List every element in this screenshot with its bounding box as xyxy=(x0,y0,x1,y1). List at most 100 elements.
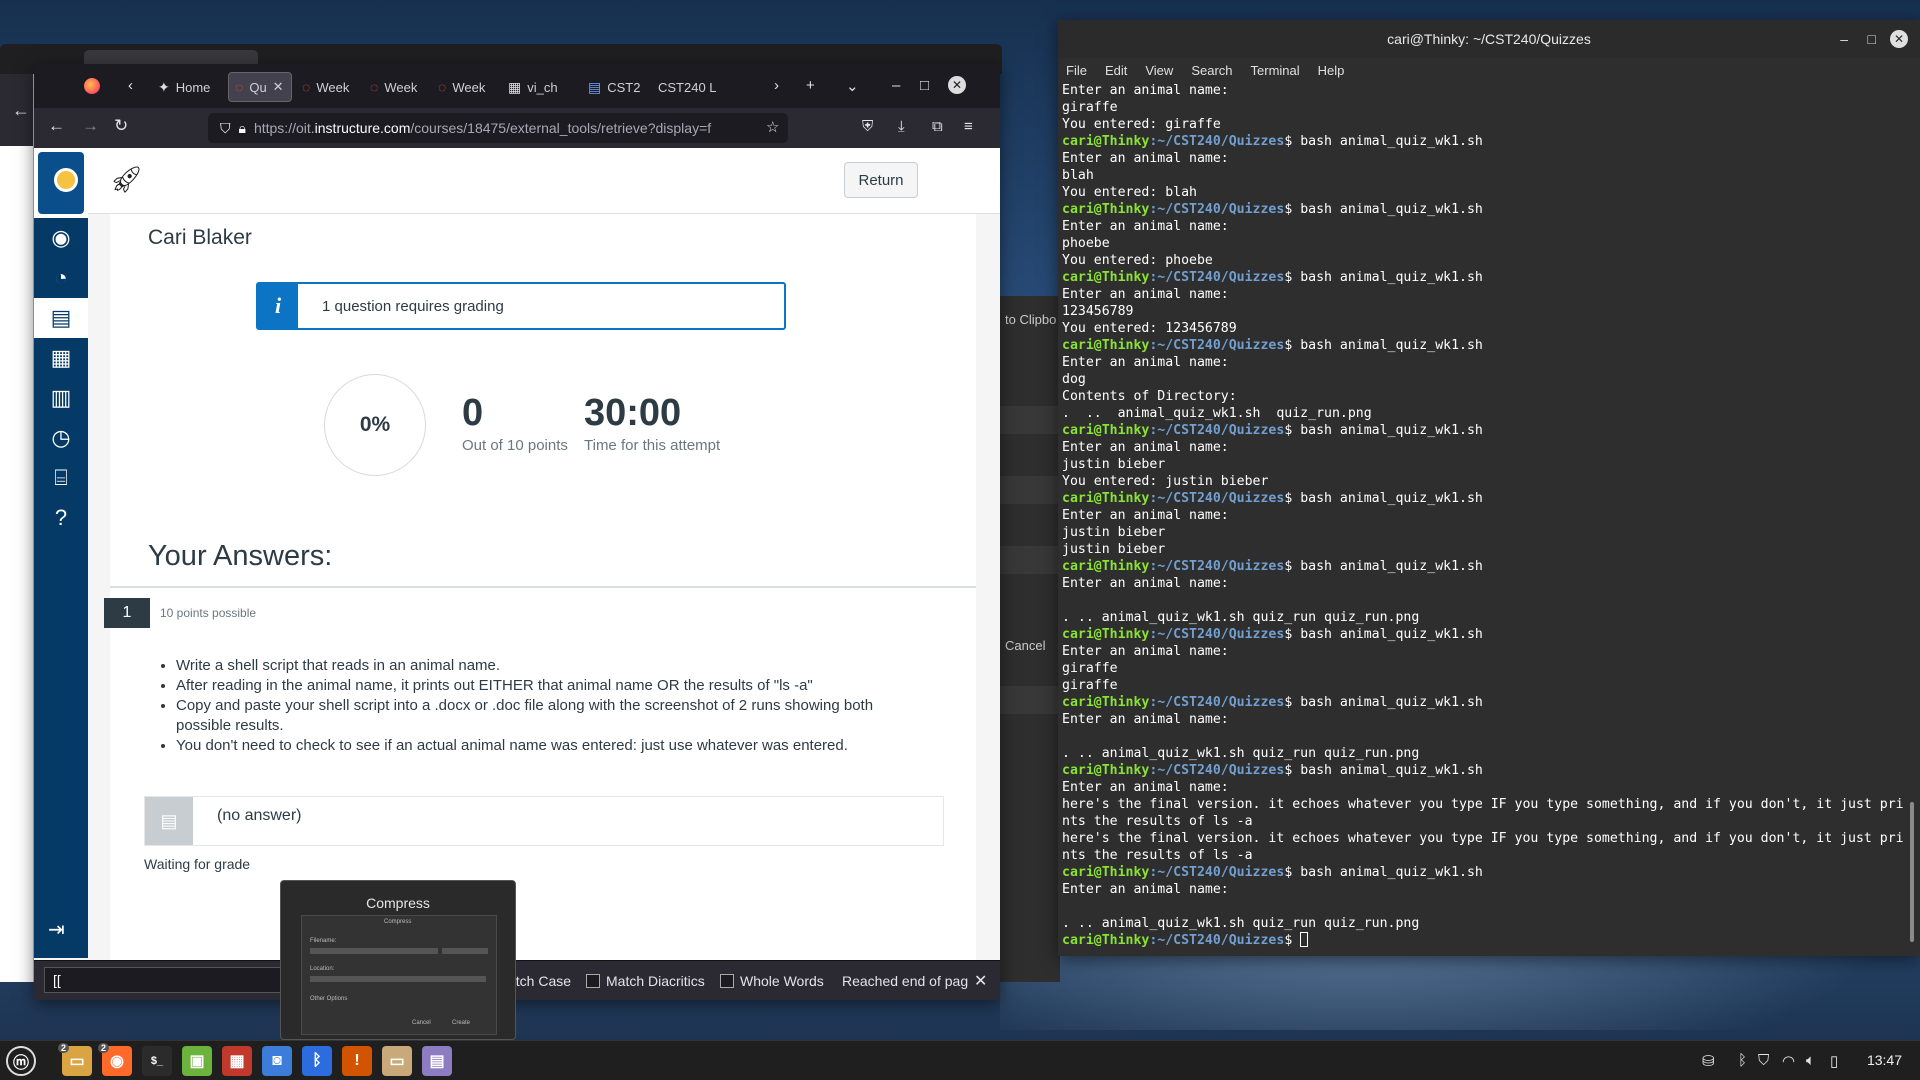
text-editor-icon[interactable]: ▤ xyxy=(422,1046,452,1076)
lock-icon[interactable]: 🔒︎ xyxy=(239,120,246,137)
score-percent: 0% xyxy=(324,374,426,476)
close-tab-icon[interactable]: ✕ xyxy=(273,79,284,95)
extensions-icon[interactable]: ⧉ xyxy=(932,118,943,135)
school-logo[interactable] xyxy=(34,148,88,218)
browser-tab[interactable]: ◌ Week xyxy=(296,72,360,102)
browser-tab[interactable]: ◌ Qu ✕ xyxy=(228,72,292,102)
mint-menu-icon[interactable]: ⓜ xyxy=(6,1046,36,1076)
terminal-line: cari@Thinky:~/CST240/Quizzes$ bash anima… xyxy=(1062,338,1483,353)
forward-button[interactable]: → xyxy=(82,116,99,136)
close-window-button[interactable]: ✕ xyxy=(948,76,966,94)
match-diacritics-option[interactable]: Match Diacritics xyxy=(586,973,705,989)
find-bar: [[ atch Case Match Diacritics Whole Word… xyxy=(34,960,1000,1000)
tab-label: Week xyxy=(316,79,350,95)
find-status: Reached end of pag xyxy=(842,973,969,989)
collapse-nav-icon[interactable]: ⇥ xyxy=(48,917,65,942)
downloads-icon[interactable]: ⤓ xyxy=(898,118,905,135)
minimize-button[interactable]: – xyxy=(892,77,900,94)
bookmark-star-icon[interactable]: ☆ xyxy=(766,118,779,136)
shield-icon[interactable]: ⛉ xyxy=(220,120,231,137)
clock[interactable]: 13:47 xyxy=(1867,1052,1902,1068)
background-window-edge[interactable]: ← xyxy=(0,74,34,982)
browser-tab[interactable]: ▦ vi_ch xyxy=(502,72,576,102)
list-tabs-button[interactable]: ⌄ xyxy=(846,77,859,95)
alert-message: 1 question requires grading xyxy=(322,297,504,315)
terminal-menu-item[interactable]: Help xyxy=(1318,63,1345,78)
return-button[interactable]: Return xyxy=(844,162,918,198)
browser-tab[interactable]: ▤ CST2 xyxy=(582,72,646,102)
match-case-option[interactable]: atch Case xyxy=(508,973,571,989)
update-manager-icon[interactable]: ! xyxy=(342,1046,372,1076)
terminal-output[interactable]: Enter an animal name: giraffe You entered:… xyxy=(1058,82,1904,950)
archive-manager-icon[interactable]: ▭ xyxy=(382,1046,412,1076)
whole-words-option[interactable]: Whole Words xyxy=(720,973,824,989)
terminal-scrollbar[interactable] xyxy=(1908,82,1916,950)
terminal-maximize-button[interactable]: □ xyxy=(1868,20,1876,58)
document-icon: ▤ xyxy=(145,797,193,845)
courses-icon[interactable]: ▤ xyxy=(34,298,88,338)
url-bar[interactable]: ⛉ 🔒︎ https://oit.instructure.com/courses… xyxy=(208,113,788,143)
terminal-line: Enter an animal name: xyxy=(1062,151,1229,166)
dialog-cancel-button[interactable]: Cancel xyxy=(1005,638,1045,653)
terminal-line: cari@Thinky:~/CST240/Quizzes$ bash anima… xyxy=(1062,763,1483,778)
network-drive-icon[interactable]: ⛁ xyxy=(1702,1052,1715,1070)
volume-icon[interactable]: 🔈︎ xyxy=(1806,1052,1815,1069)
terminal-line: Enter an animal name: xyxy=(1062,712,1229,727)
maximize-button[interactable]: □ xyxy=(920,77,929,94)
terminal-line: nts the results of ls -a xyxy=(1062,848,1253,863)
close-find-icon[interactable]: ✕ xyxy=(974,971,987,991)
shield-tray-icon[interactable]: ⛉ xyxy=(1758,1052,1769,1069)
terminal-menu-item[interactable]: Edit xyxy=(1105,63,1127,78)
terminal-icon[interactable]: $_ xyxy=(142,1046,172,1076)
browser-tab[interactable]: CST240 L xyxy=(652,72,752,102)
menu-icon[interactable]: ≡ xyxy=(964,118,973,135)
tab-scroll-left[interactable]: ‹ xyxy=(128,77,133,94)
inbox-icon[interactable]: ▥ xyxy=(34,378,88,418)
terminal-line: here's the final version. it echoes what… xyxy=(1062,831,1904,846)
calendar-icon[interactable]: ▦ xyxy=(34,338,88,378)
background-dialog[interactable]: to Clipbo Cancel xyxy=(1000,296,1060,982)
compress-preview[interactable]: Compress Compress Filename: Location: Ot… xyxy=(280,880,516,1040)
find-input[interactable]: [[ xyxy=(44,967,294,993)
clipboard-text: to Clipbo xyxy=(1005,312,1057,327)
wifi-icon[interactable]: ◠ xyxy=(1782,1052,1795,1070)
tab-label: Home xyxy=(175,79,211,95)
terminal-menu-item[interactable]: Terminal xyxy=(1251,63,1300,78)
terminal-line: Enter an animal name: xyxy=(1062,508,1229,523)
browser-tab[interactable]: ◌ Week xyxy=(364,72,428,102)
browser-tab[interactable]: ◌ Week xyxy=(432,72,496,102)
terminal-menu-item[interactable]: View xyxy=(1145,63,1173,78)
reload-button[interactable]: ↻ xyxy=(114,116,128,136)
terminal-line: justin bieber xyxy=(1062,542,1166,557)
terminal-close-button[interactable]: ✕ xyxy=(1890,30,1908,48)
firefox-icon[interactable]: ◉ 2 xyxy=(98,1043,132,1076)
files-icon[interactable]: ▭ 2 xyxy=(58,1043,92,1076)
history-icon[interactable]: ◷ xyxy=(34,418,88,458)
browser-tab[interactable]: ✦ Home xyxy=(152,72,222,102)
pocket-icon[interactable]: ⛨ xyxy=(862,118,873,135)
battery-icon[interactable]: ▯ xyxy=(1830,1052,1838,1070)
dashboard-icon[interactable]: ◔ xyxy=(34,258,88,298)
terminal-line: Contents of Directory: xyxy=(1062,389,1237,404)
terminal-line: cari@Thinky:~/CST240/Quizzes$ bash anima… xyxy=(1062,134,1483,149)
terminal-line: cari@Thinky:~/CST240/Quizzes$ bash anima… xyxy=(1062,270,1483,285)
terminal-line: here's the final version. it echoes what… xyxy=(1062,797,1904,812)
software-manager-icon[interactable]: ▣ xyxy=(182,1046,212,1076)
terminal-line: cari@Thinky:~/CST240/Quizzes$ bash anima… xyxy=(1062,491,1483,506)
terminal-menu-item[interactable]: File xyxy=(1066,63,1087,78)
firewall-icon[interactable]: ▦ xyxy=(222,1046,252,1076)
terminal-menu-item[interactable]: Search xyxy=(1191,63,1232,78)
account-icon[interactable]: ◉ xyxy=(34,218,88,258)
bluetooth-icon[interactable]: ᛒ xyxy=(302,1046,332,1076)
screenshot-icon[interactable]: ◙ xyxy=(262,1046,292,1076)
bluetooth-tray-icon[interactable]: ᛒ xyxy=(1738,1052,1747,1069)
back-button[interactable]: ← xyxy=(48,116,65,136)
terminal-line: You entered: 123456789 xyxy=(1062,321,1237,336)
new-tab-button[interactable]: + xyxy=(806,77,815,94)
terminal-line: Enter an animal name: xyxy=(1062,780,1229,795)
tab-scroll-right[interactable]: › xyxy=(774,77,779,94)
terminal-minimize-button[interactable]: – xyxy=(1840,20,1848,58)
commons-icon[interactable]: ⌸ xyxy=(34,458,88,498)
help-icon[interactable]: ? xyxy=(34,498,88,538)
terminal-line: phoebe xyxy=(1062,236,1110,251)
